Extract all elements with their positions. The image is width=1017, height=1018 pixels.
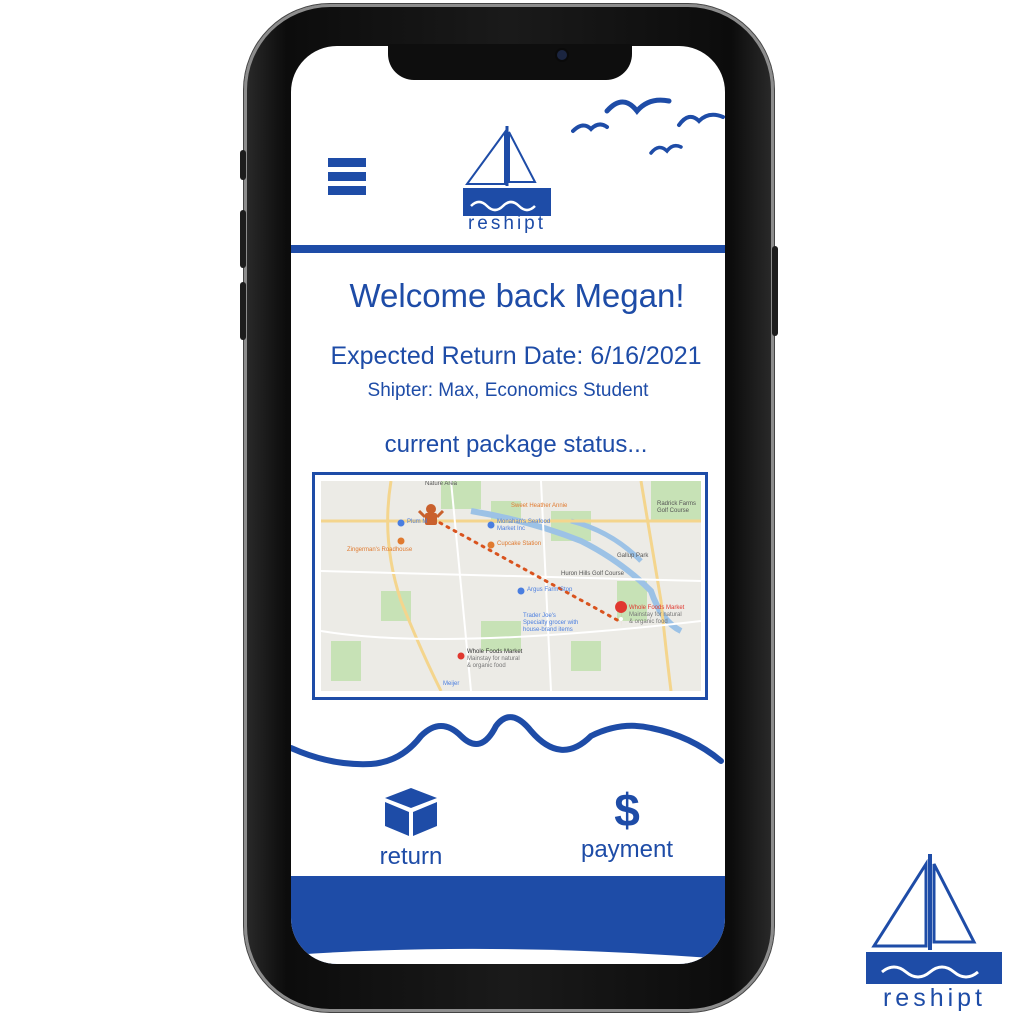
map-label: Argus Farm Stop (527, 587, 573, 593)
wave-divider (291, 714, 724, 768)
map-label: Golf Course (657, 508, 690, 514)
power-button (772, 246, 778, 336)
volume-down-button (240, 282, 246, 340)
map-label: Monahan's Seafood (497, 519, 551, 525)
map-label: Radrick Farms (657, 501, 697, 507)
map-label: & organic food (467, 663, 506, 669)
front-camera (557, 50, 567, 60)
expected-return-date: Expected Return Date: 6/16/2021 (330, 342, 702, 370)
map-label: Nature Area (425, 481, 458, 487)
map-view[interactable]: Nature Area Sweet Heather Annie Plum M M… (321, 481, 701, 691)
map-label: Mainstay for natural (467, 656, 520, 662)
return-label: return (379, 843, 443, 870)
map-label: house-brand items (523, 627, 573, 633)
map-label: Zingerman's Roadhouse (347, 547, 413, 553)
payment-button[interactable]: $ payment (567, 784, 687, 864)
map-label: & organic food (629, 619, 668, 625)
shipter-info: Shipter: Max, Economics Student (367, 380, 649, 401)
payment-label: payment (580, 836, 674, 863)
map-label: Sweet Heather Annie (511, 503, 568, 509)
map-label: Trader Joe's (523, 613, 556, 619)
map-label: Huron Hills Golf Course (561, 571, 625, 577)
logo-text: reshipt (467, 213, 547, 234)
birds-icon (571, 97, 725, 155)
map-label: Mainstay for natural (629, 612, 682, 618)
map-label: Meijer (443, 681, 460, 687)
map-label: Gallup Park (617, 553, 649, 559)
map-label: Specialty grocer with (523, 620, 579, 626)
corner-logo-text: reshipt (882, 984, 987, 1012)
map-label: Whole Foods Market (467, 649, 523, 655)
map-label: Plum M (407, 519, 428, 525)
map-label: Cupcake Station (497, 541, 542, 547)
footer-curve (291, 948, 725, 964)
phone-notch (388, 44, 632, 80)
box-icon (385, 788, 437, 836)
package-map[interactable]: Nature Area Sweet Heather Annie Plum M M… (312, 472, 708, 700)
dollar-icon: $ (614, 784, 640, 836)
return-button[interactable]: return (361, 786, 461, 871)
phone-screen: reshipt Welcome back Megan! Expected Ret… (291, 46, 725, 964)
mute-switch (240, 150, 246, 180)
welcome-heading: Welcome back Megan! (349, 277, 685, 314)
header-divider (291, 245, 725, 253)
volume-up-button (240, 210, 246, 268)
corner-sailboat-logo-icon (866, 854, 1002, 984)
map-label: Whole Foods Market (629, 605, 685, 611)
map-label: Market Inc (497, 526, 526, 532)
hamburger-menu-icon[interactable] (328, 158, 366, 196)
package-status-heading: current package status... (384, 431, 648, 458)
